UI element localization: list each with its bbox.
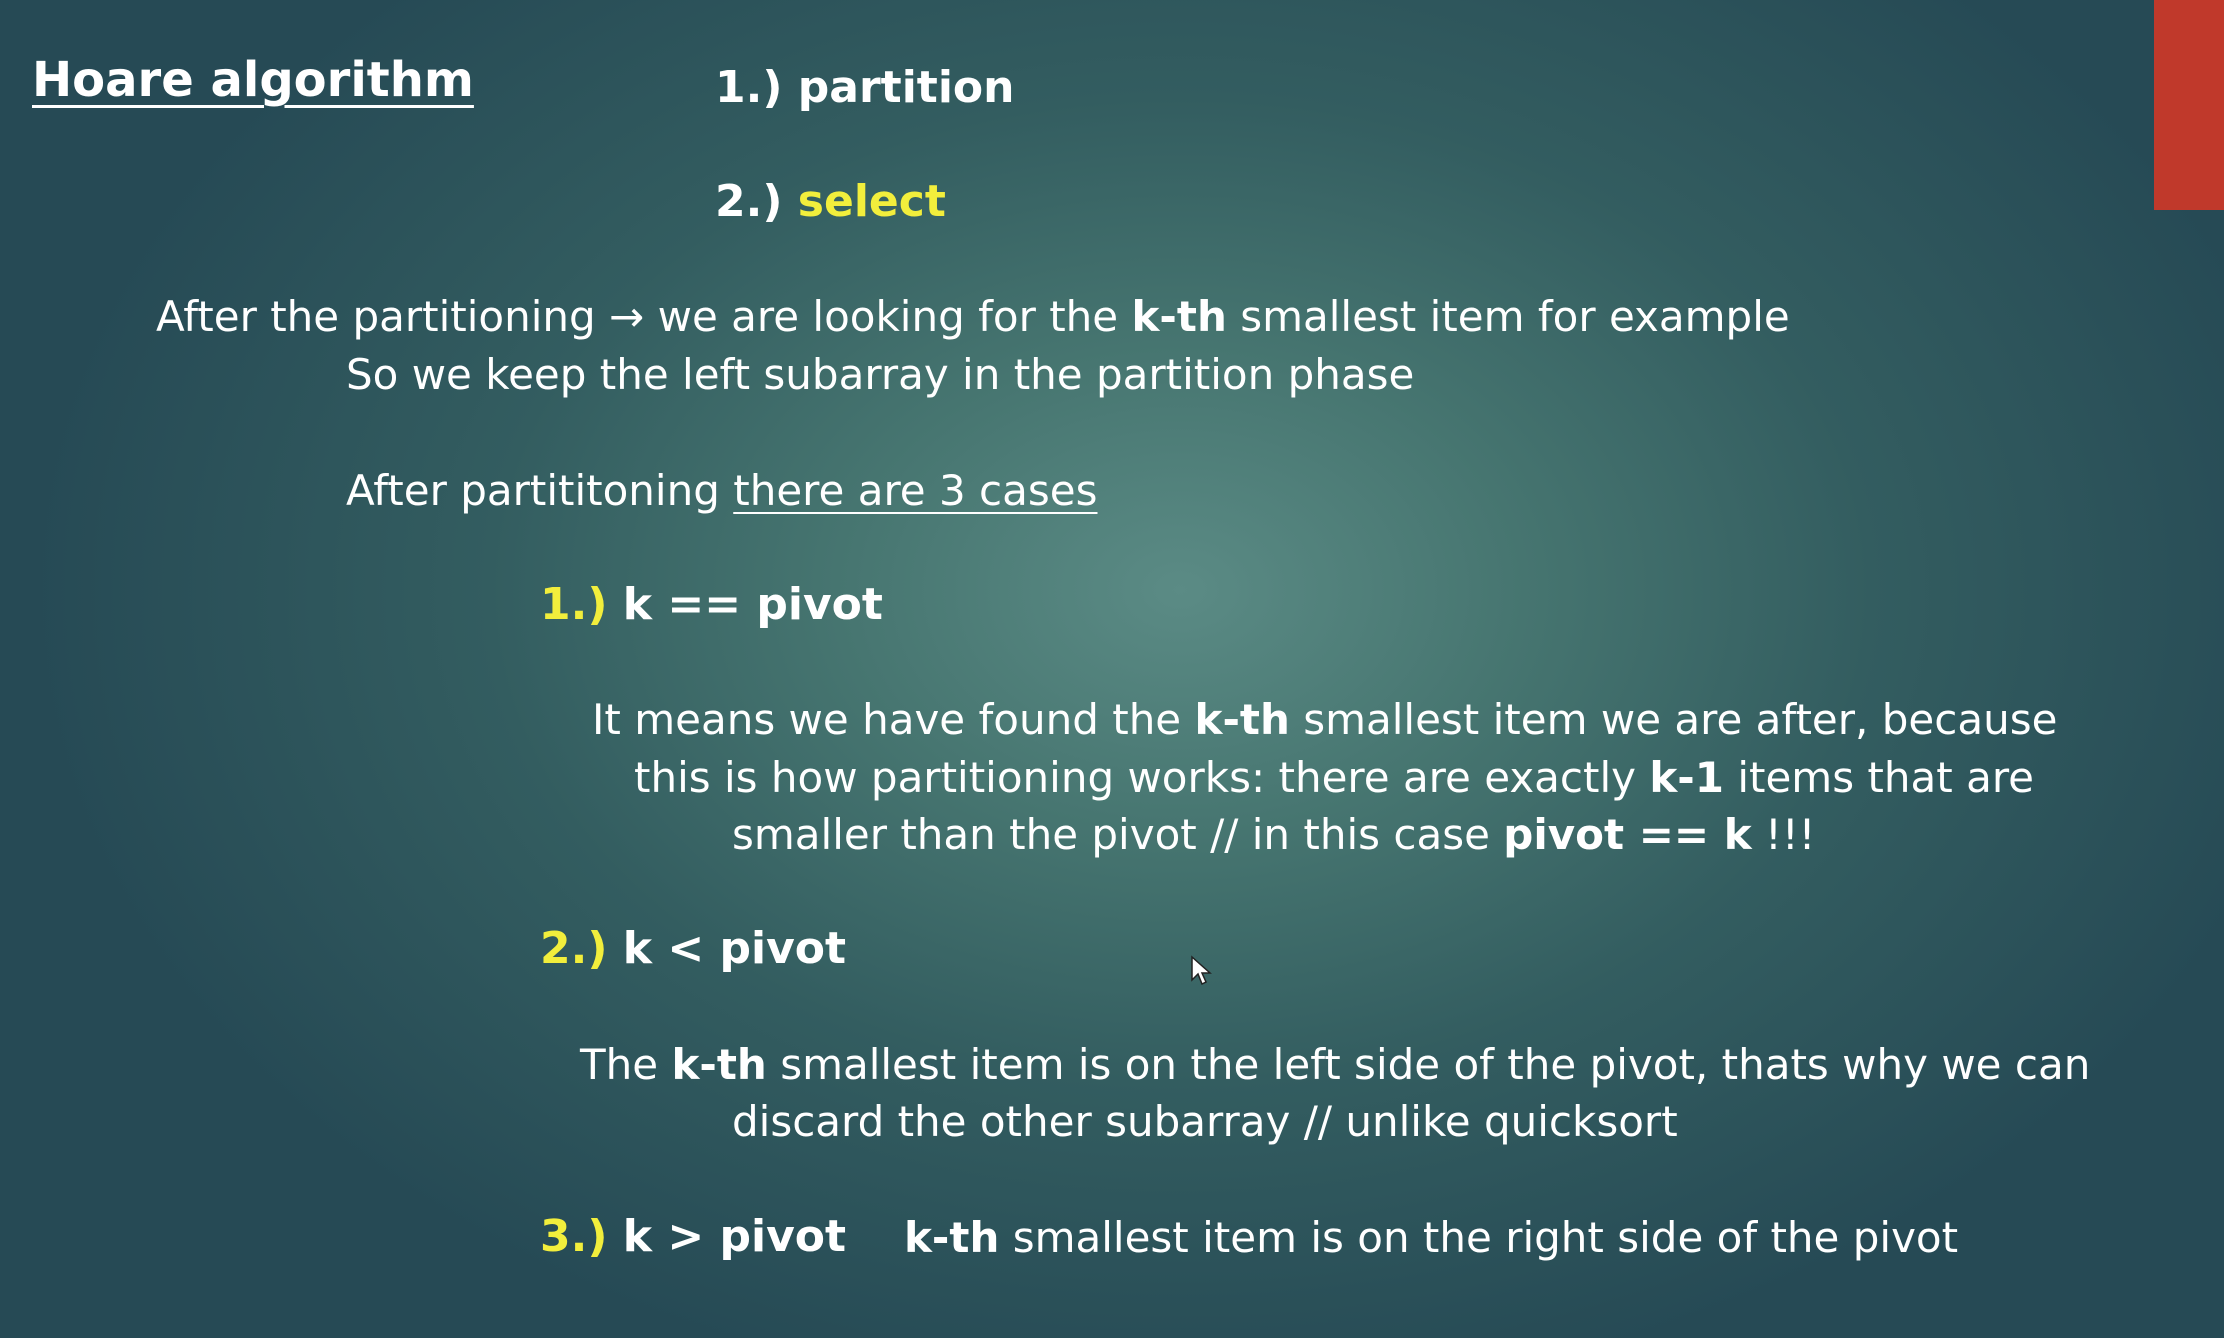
bold-text: k-th [1194, 695, 1290, 744]
bold-text: k-th [671, 1040, 767, 1089]
text: After the partitioning [156, 292, 596, 341]
bold-text: k-1 [1649, 753, 1724, 802]
text: smallest item we are after, because [1303, 695, 2058, 744]
text: we are looking for the [657, 292, 1119, 341]
bold-text: k-th [904, 1213, 1000, 1262]
bold-text: k-th [1131, 292, 1227, 341]
case1-line-1: It means we have found the k-th smallest… [592, 699, 2057, 741]
step-number: 2.) [715, 176, 783, 227]
text: smallest item is on the left side of the… [780, 1040, 2091, 1089]
case-title: k > pivot [622, 1211, 847, 1262]
case-number: 3.) [540, 1211, 608, 1262]
text: smallest item for example [1240, 292, 1790, 341]
slide: { "title": "Hoare algorithm", "steps": {… [0, 0, 2224, 1338]
case2-heading: 2.) k < pivot [540, 927, 846, 971]
step-label: select [797, 176, 946, 227]
text: !!! [1765, 810, 1816, 859]
mouse-pointer-icon [1191, 955, 1212, 986]
step-label: partition [797, 62, 1015, 113]
bold-text: pivot == k [1503, 810, 1752, 859]
case-number: 1.) [540, 579, 608, 630]
text: It means we have found the [592, 695, 1182, 744]
case2-line-1: The k-th smallest item is on the left si… [580, 1044, 2090, 1086]
arrow-right-icon: → [609, 292, 645, 341]
case2-line-2: discard the other subarray // unlike qui… [732, 1097, 1678, 1146]
intro-line-1: After the partitioning → we are looking … [156, 296, 1790, 338]
case1-heading: 1.) k == pivot [540, 583, 883, 627]
accent-bar [2154, 0, 2224, 210]
text: The [580, 1040, 659, 1089]
text: this is how partitioning works: there ar… [634, 753, 1636, 802]
case-number: 2.) [540, 923, 608, 974]
text: smallest item is on the right side of th… [1012, 1213, 1959, 1262]
text: items that are [1737, 753, 2034, 802]
case-title: k == pivot [622, 579, 883, 630]
case1-line-2: this is how partitioning works: there ar… [634, 757, 2034, 799]
step-partition: 1.) partition [715, 66, 1014, 110]
underlined-text: there are 3 cases [733, 466, 1098, 515]
slide-title: Hoare algorithm [32, 52, 474, 108]
text: smaller than the pivot // in this case [732, 810, 1490, 859]
case-title: k < pivot [622, 923, 847, 974]
intro-line-2: So we keep the left subarray in the part… [346, 350, 1415, 399]
step-number: 1.) [715, 62, 783, 113]
cases-intro: After partititoning there are 3 cases [346, 470, 1098, 512]
case3-heading: 3.) k > pivot [540, 1215, 846, 1259]
text: After partititoning [346, 466, 720, 515]
case3-text: k-th smallest item is on the right side … [904, 1217, 1958, 1259]
case1-line-3: smaller than the pivot // in this case p… [732, 814, 1816, 856]
step-select: 2.) select [715, 180, 946, 224]
